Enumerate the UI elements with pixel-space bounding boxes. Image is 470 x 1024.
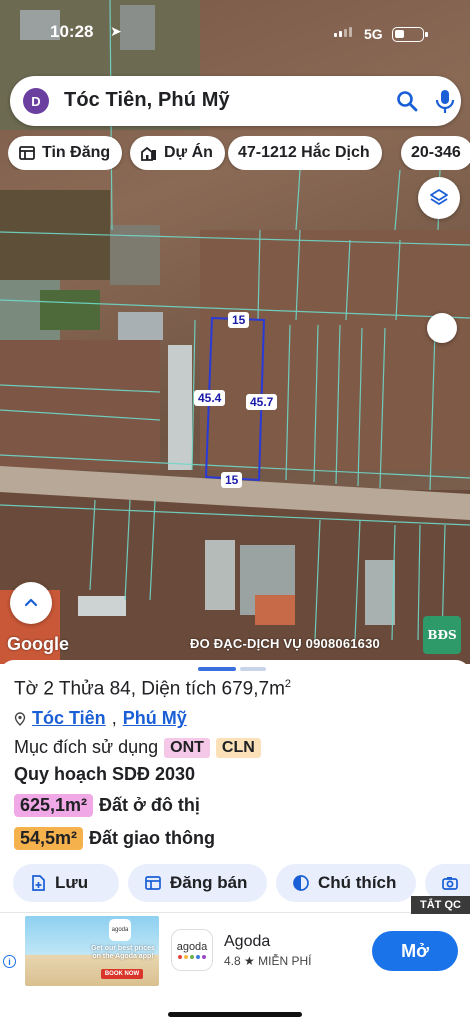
- save-label: Lưu: [55, 873, 89, 892]
- search-query[interactable]: Tóc Tiên, Phú Mỹ: [64, 89, 230, 112]
- plan-area-label: Đất ở đô thị: [99, 795, 200, 815]
- plot-dimension-top: 15: [228, 312, 250, 328]
- ad-app-logo: agoda: [109, 919, 131, 941]
- plot-dimension-right: 45.7: [246, 394, 278, 410]
- parcel-address: Tóc Tiên, Phú Mỹ: [14, 708, 187, 729]
- map-slider-handle[interactable]: [427, 313, 457, 343]
- parcel-title-sup: 2: [284, 678, 292, 690]
- chip-map-sheet-47[interactable]: 47-1212 Hắc Dịch: [228, 136, 382, 170]
- plan-area-value: 625,1m²: [14, 794, 94, 817]
- chip-label: 20-346: [411, 144, 461, 161]
- bds-logo: BĐS: [423, 616, 461, 654]
- location-arrow-icon: ➤: [110, 23, 122, 39]
- sheet-grabber-secondary: [240, 667, 266, 671]
- parcel-title: Tờ 2 Thửa 84, Diện tích 679,7m2: [14, 678, 291, 700]
- layers-icon: [430, 189, 448, 205]
- plot-dimension-left: 45.4: [194, 390, 226, 406]
- address-town-link[interactable]: Phú Mỹ: [123, 708, 187, 729]
- purpose-tag-cln: CLN: [215, 737, 261, 758]
- post-icon: [145, 876, 161, 890]
- expand-up-button[interactable]: [10, 582, 52, 624]
- ad-book-now: BOOK NOW: [101, 969, 143, 979]
- open-app-button[interactable]: Mở: [372, 931, 458, 971]
- app-rating: 4.8: [224, 954, 241, 968]
- app-price: MIỄN PHÍ: [258, 954, 312, 968]
- app-name: Agoda: [224, 933, 271, 950]
- legend-icon: [293, 875, 309, 891]
- status-bar: 10:28 ➤ 5G: [0, 0, 470, 44]
- location-pin-icon: [14, 711, 26, 726]
- sheet-grabber[interactable]: [198, 667, 236, 671]
- chip-tin-dang[interactable]: Tin Đăng: [8, 136, 123, 170]
- land-purpose-label: Mục đích sử dụng: [14, 737, 159, 757]
- app-icon-dots: [178, 955, 206, 959]
- plan-area-value: 54,5m²: [14, 827, 84, 850]
- chip-label: Tin Đăng: [42, 144, 111, 161]
- ad-image[interactable]: agoda Get our best prices on the Agoda a…: [25, 916, 159, 986]
- post-for-sale-button[interactable]: Đăng bán: [128, 864, 267, 902]
- close-ad-button[interactable]: TẮT QC: [411, 896, 470, 914]
- address-separator: ,: [111, 708, 117, 728]
- plan-area-label: Đất giao thông: [89, 828, 216, 848]
- chip-map-sheet-20[interactable]: 20-346: [401, 136, 470, 170]
- address-ward-link[interactable]: Tóc Tiên: [32, 708, 106, 729]
- legend-button[interactable]: Chú thích: [276, 864, 416, 902]
- buildings-icon: [141, 146, 156, 161]
- chevron-up-icon: [24, 598, 38, 607]
- purpose-tag-ont: ONT: [164, 737, 210, 758]
- network-label: 5G: [364, 26, 383, 42]
- app-meta: 4.8 ★ MIỄN PHÍ: [224, 954, 311, 968]
- satellite-map[interactable]: 10:28 ➤ 5G D Tóc Tiên, Phú Mỹ Tin Đăng D…: [0, 0, 470, 664]
- google-logo: Google: [7, 634, 69, 654]
- legend-label: Chú thích: [318, 873, 397, 892]
- map-watermark: ĐO ĐẠC-DỊCH VỤ 0908061630: [190, 636, 380, 651]
- plan-area-row: 54,5m² Đất giao thông: [14, 827, 215, 850]
- parcel-title-text: Tờ 2 Thửa 84, Diện tích 679,7m: [14, 678, 285, 700]
- search-icon[interactable]: [395, 89, 419, 113]
- post-label: Đăng bán: [170, 873, 248, 892]
- filter-chips: Tin Đăng Dự Án 47-1212 Hắc Dịch 20-346: [8, 136, 470, 170]
- avatar[interactable]: D: [23, 88, 49, 114]
- plot-dimension-bottom: 15: [221, 472, 243, 488]
- action-bar: Lưu Đăng bán Chú thích: [0, 864, 470, 904]
- battery-icon: [392, 27, 428, 42]
- parcel-info-sheet: Tờ 2 Thửa 84, Diện tích 679,7m2 Tóc Tiên…: [0, 660, 470, 916]
- microphone-icon[interactable]: [434, 88, 456, 114]
- app-icon: agoda: [171, 929, 213, 971]
- save-icon: [32, 875, 45, 891]
- home-indicator: [168, 1012, 302, 1017]
- land-purpose-row: Mục đích sử dụng ONT CLN: [14, 737, 261, 758]
- ad-info-icon[interactable]: i: [3, 955, 16, 968]
- signal-icon: [334, 27, 352, 37]
- layers-button[interactable]: [418, 177, 460, 219]
- ad-banner[interactable]: i agoda Get our best prices on the Agoda…: [0, 912, 470, 1024]
- search-bar[interactable]: D Tóc Tiên, Phú Mỹ: [10, 76, 461, 126]
- land-plan-title: Quy hoạch SDĐ 2030: [14, 764, 196, 784]
- plan-area-row: 625,1m² Đất ở đô thị: [14, 794, 200, 817]
- ad-tagline: Get our best prices on the Agoda app!: [91, 945, 155, 960]
- save-button[interactable]: Lưu: [13, 864, 119, 902]
- chip-du-an[interactable]: Dự Án: [130, 136, 225, 170]
- camera-icon: [442, 877, 458, 890]
- app-icon-text: agoda: [176, 941, 208, 953]
- chip-label: Dự Án: [164, 144, 213, 161]
- star-icon: ★: [244, 954, 255, 968]
- listing-icon: [19, 146, 35, 160]
- chip-label: 47-1212 Hắc Dịch: [238, 144, 370, 161]
- status-time: 10:28: [50, 22, 94, 41]
